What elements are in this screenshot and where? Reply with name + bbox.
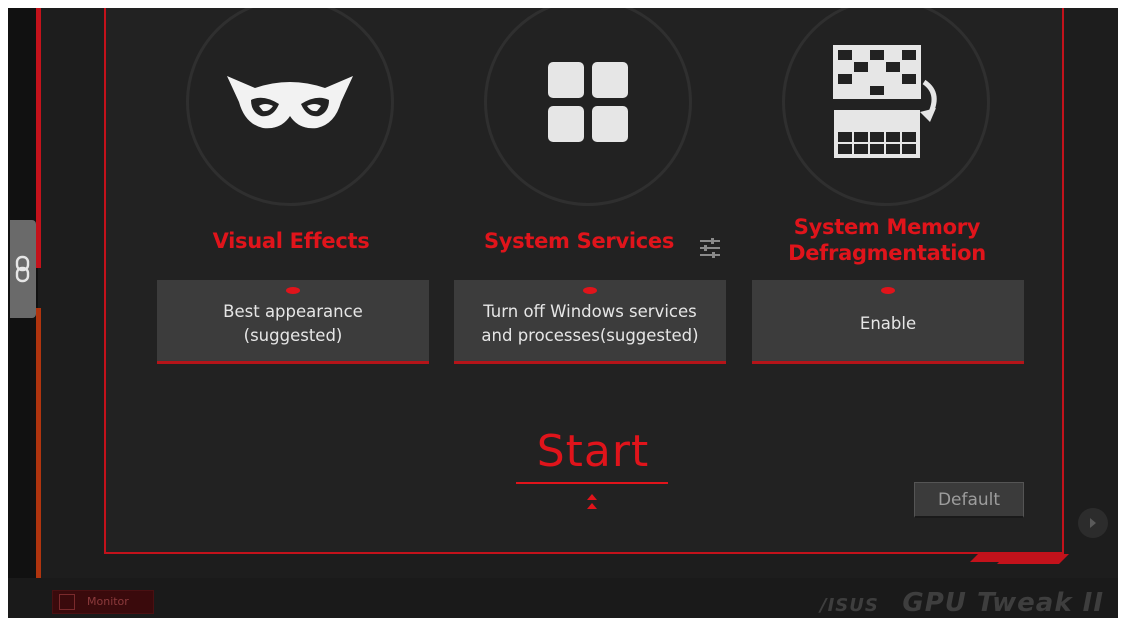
system-services-option[interactable]: Turn off Windows services and processes(…: [454, 280, 726, 364]
double-arrow-icon: [585, 492, 599, 516]
start-button[interactable]: Start: [520, 426, 666, 477]
sliders-icon[interactable]: [698, 236, 722, 264]
asus-logo: /ISUS: [820, 595, 879, 616]
monitor-label: Monitor: [87, 595, 129, 608]
optimization-dialog: Visual Effects Best appearance (suggeste…: [104, 8, 1064, 554]
default-button[interactable]: Default: [914, 482, 1024, 518]
visual-effects-title: Visual Effects: [212, 229, 370, 253]
memory-defrag-option-label: Enable: [859, 313, 917, 333]
memory-defrag-title: System Memory Defragmentation: [788, 215, 986, 265]
system-services-circle[interactable]: [484, 8, 692, 206]
owl-eyes-icon: [227, 76, 353, 129]
memory-defrag-circle[interactable]: [782, 8, 990, 206]
monitor-button[interactable]: Monitor: [52, 590, 154, 614]
option-indicator: [583, 287, 597, 294]
option-indicator: [881, 287, 895, 294]
system-services-option-label: Turn off Windows services and processes(…: [481, 301, 699, 345]
link-icon: [15, 255, 30, 283]
memory-defrag-option[interactable]: Enable: [752, 280, 1024, 364]
left-edge-strip: [8, 8, 41, 618]
bottom-bar: Monitor /ISUS GPU Tweak II: [8, 578, 1118, 618]
accent-line: [36, 8, 41, 268]
accent-line-lower: [36, 308, 41, 588]
system-services-title: System Services: [483, 229, 675, 253]
chevron-right-icon: [1090, 518, 1096, 528]
brand-logo: /ISUS GPU Tweak II: [820, 588, 1104, 618]
decor-stripe: [997, 554, 1069, 564]
gpu-tweak-window: Visual Effects Best appearance (suggeste…: [8, 8, 1118, 618]
link-tab[interactable]: [10, 220, 36, 318]
option-indicator: [286, 287, 300, 294]
memory-defrag-icon: [833, 45, 937, 158]
visual-effects-circle[interactable]: [186, 8, 394, 206]
next-page-button[interactable]: [1078, 508, 1108, 538]
start-underline: [516, 482, 668, 484]
visual-effects-option-label: Best appearance (suggested): [223, 301, 363, 345]
visual-effects-option[interactable]: Best appearance (suggested): [157, 280, 429, 364]
product-name: GPU Tweak II: [902, 588, 1105, 618]
windows-tiles-icon: [548, 62, 628, 142]
monitor-checkbox[interactable]: [59, 594, 75, 610]
